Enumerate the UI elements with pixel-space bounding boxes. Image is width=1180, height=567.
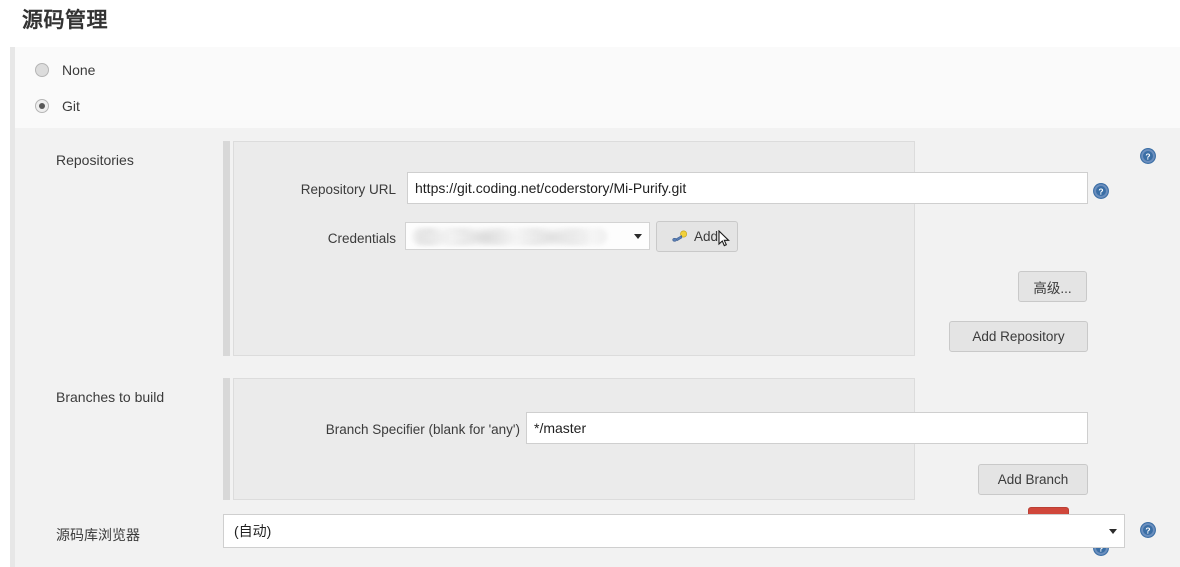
branches-panel-accent-bar (223, 378, 230, 500)
branch-specifier-label: Branch Specifier (blank for 'any') (325, 422, 520, 437)
page-title: 源码管理 (22, 9, 108, 32)
help-icon-repository-url[interactable]: ? (1093, 183, 1109, 199)
scm-type-radio-group: None Git (10, 47, 1180, 128)
svg-text:?: ? (1145, 526, 1150, 536)
add-branch-button[interactable]: Add Branch (978, 464, 1088, 495)
svg-text:?: ? (1145, 152, 1150, 162)
branches-panel: Branch Specifier (blank for 'any') Add B… (233, 378, 1088, 500)
branch-specifier-input[interactable] (526, 412, 1088, 444)
radio-icon-git[interactable] (35, 99, 49, 113)
chevron-down-icon[interactable] (1109, 529, 1117, 534)
repository-browser-select[interactable]: (自动) (223, 514, 1125, 548)
radio-label-git: Git (62, 98, 80, 114)
radio-option-none[interactable]: None (35, 60, 95, 80)
repository-browser-selected-value: (自动) (234, 523, 272, 539)
repositories-section: Repositories Repository URL Credentials (15, 128, 1180, 363)
add-branch-button-label: Add Branch (997, 472, 1069, 487)
git-config-form: Repositories Repository URL Credentials (10, 128, 1180, 567)
scm-config-page: 源码管理 None Git Repositories Repository UR… (0, 0, 1180, 567)
add-repository-button[interactable]: Add Repository (949, 321, 1088, 352)
advanced-button-label: 高级... (1033, 280, 1072, 296)
help-icon-repository-browser[interactable]: ? (1140, 522, 1156, 538)
repository-browser-section: 源码库浏览器 (自动) ? (15, 503, 1180, 567)
repository-browser-label: 源码库浏览器 (56, 527, 140, 543)
chevron-down-icon[interactable] (634, 234, 642, 239)
svg-text:?: ? (1098, 187, 1103, 197)
repositories-section-label: Repositories (56, 152, 134, 168)
add-credentials-button-label: Add (693, 229, 719, 244)
repositories-panel: Repository URL Credentials Add (233, 141, 1088, 356)
radio-label-none: None (62, 62, 96, 78)
credentials-redacted-value-overlay (418, 232, 588, 243)
advanced-button[interactable]: 高级... (1018, 271, 1087, 302)
repository-url-label: Repository URL (300, 182, 396, 197)
credentials-label: Credentials (327, 231, 396, 246)
radio-icon-none[interactable] (35, 63, 49, 77)
add-credentials-button[interactable]: Add (656, 221, 738, 252)
help-icon-repositories[interactable]: ? (1140, 148, 1156, 164)
radio-option-git[interactable]: Git (35, 96, 80, 116)
add-repository-button-label: Add Repository (972, 329, 1065, 344)
repository-url-input[interactable] (407, 172, 1088, 204)
key-icon (672, 230, 688, 242)
branches-section-label: Branches to build (56, 389, 165, 405)
branches-section: Branches to build Branch Specifier (blan… (15, 363, 1180, 556)
credentials-select[interactable] (405, 222, 650, 250)
repositories-panel-accent-bar (223, 141, 230, 356)
